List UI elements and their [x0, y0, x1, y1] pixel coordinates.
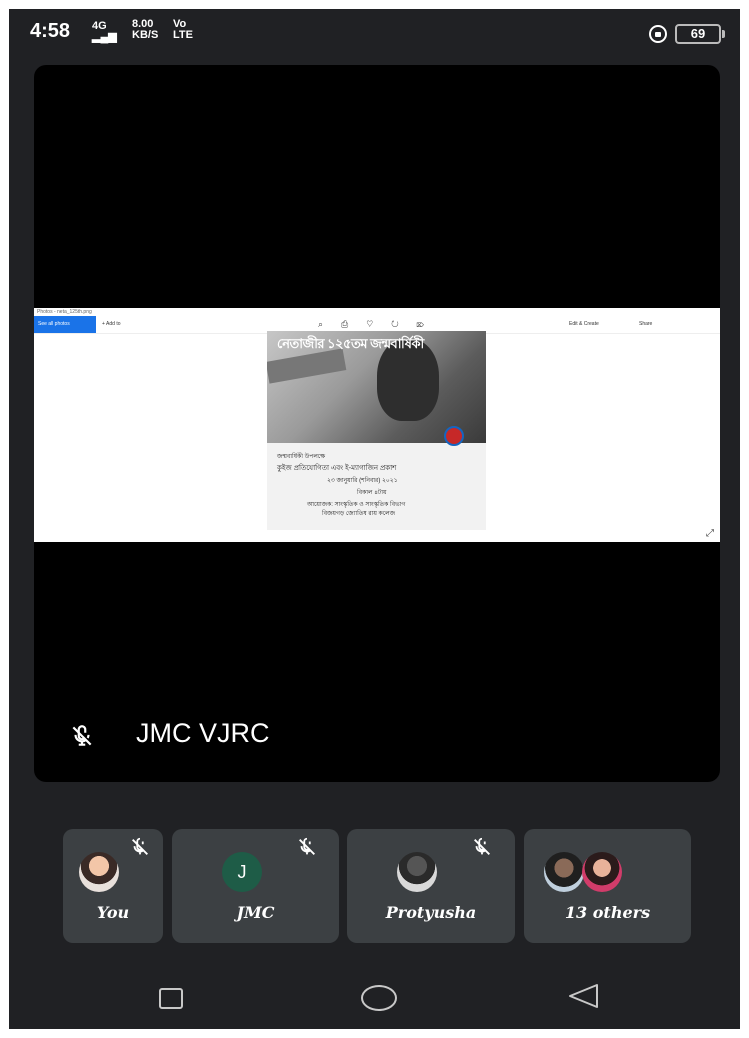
mic-off-icon: [132, 837, 148, 855]
participant-tile-protyusha[interactable]: Protyusha: [347, 829, 515, 943]
recents-button[interactable]: [159, 988, 183, 1009]
edit-create-button: Edit & Create: [569, 321, 599, 327]
avatar: J: [222, 852, 262, 892]
poster-line: বিকাল ৪টায়: [357, 490, 387, 496]
navigation-bar: [9, 959, 740, 1029]
poster-line: বিজয়গড় জ্যোতিষ রায় কলেজ: [322, 511, 396, 517]
network-speed: 8.00 KB/S: [132, 18, 159, 41]
college-emblem-icon: [444, 426, 464, 446]
phone-screen: 4:58 4G ▂▄▆ 8.00 KB/S Vo LTE 69 Photos -…: [9, 9, 740, 1029]
status-bar: 4:58 4G ▂▄▆ 8.00 KB/S Vo LTE 69: [9, 9, 740, 55]
poster-line: কুইজ প্রতিযোগিতা এবং ই-ম্যাগাজিন প্রকাশ: [277, 465, 397, 472]
participant-name: Protyusha: [385, 903, 477, 922]
poster-image: নেতাজীর ১২৫তম জন্মবার্ষিকী জন্মবার্ষিকী …: [267, 331, 486, 530]
avatar: [582, 852, 622, 892]
participant-name: 13 others: [564, 903, 651, 922]
participant-name: JMC: [236, 903, 275, 922]
avatar: [544, 852, 584, 892]
expand-icon: ⤢: [706, 528, 714, 539]
avatar: [79, 852, 119, 892]
poster-line: ২৩ জানুয়ারি (শনিবার) ২০২১: [327, 478, 398, 484]
see-all-photos-button: See all photos: [34, 316, 96, 333]
add-to-button: + Add to: [102, 321, 121, 327]
poster-line: জন্মবার্ষিকী উপলক্ষে: [277, 454, 326, 460]
network-type: 4G ▂▄▆: [92, 20, 117, 43]
mic-off-icon: [474, 837, 490, 855]
speaker-name: JMC VJRC: [136, 718, 270, 748]
participant-tile-jmc[interactable]: J JMC: [172, 829, 339, 943]
back-button[interactable]: [566, 983, 600, 1009]
screen-share: Photos - neta_125th.png See all photos +…: [34, 308, 720, 542]
status-time: 4:58: [30, 20, 71, 42]
participant-tile-others[interactable]: 13 others: [524, 829, 691, 943]
participant-tile-you[interactable]: You: [63, 829, 163, 943]
home-button[interactable]: [361, 985, 397, 1011]
battery-indicator: 69: [675, 24, 725, 44]
window-title: Photos - neta_125th.png: [37, 309, 92, 315]
rotation-lock-icon: [649, 25, 667, 43]
share-button: Share: [639, 321, 653, 327]
mic-off-icon: [299, 837, 315, 855]
mic-off-icon: [72, 725, 92, 746]
speaker-label: JMC VJRC: [34, 702, 720, 782]
volte-indicator: Vo LTE: [173, 18, 193, 41]
main-video-tile[interactable]: Photos - neta_125th.png See all photos +…: [34, 65, 720, 782]
signal-icon: ▂▄▆: [92, 31, 117, 43]
avatar: [397, 852, 437, 892]
participant-name: You: [96, 903, 130, 922]
poster-title: নেতাজীর ১২৫তম জন্মবার্ষিকী: [277, 336, 424, 351]
